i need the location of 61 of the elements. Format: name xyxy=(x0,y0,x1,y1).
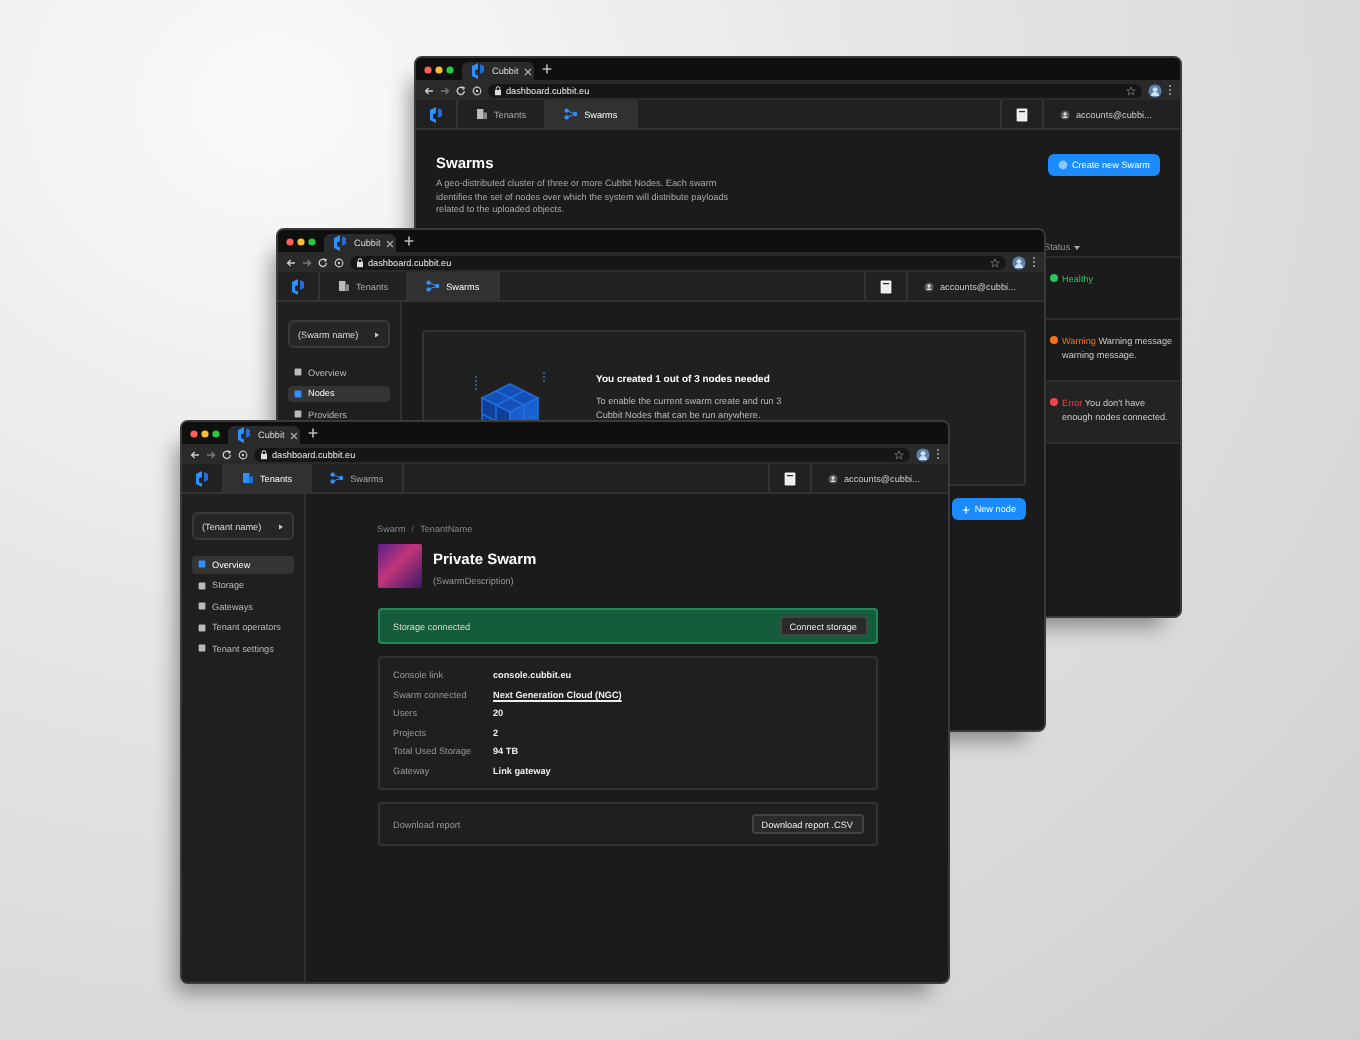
app-logo-icon xyxy=(236,426,252,444)
forward-arrow-icon[interactable] xyxy=(302,257,312,267)
building-icon xyxy=(242,472,254,484)
close-icon[interactable] xyxy=(524,67,533,75)
caret-icon[interactable] xyxy=(1074,245,1081,250)
building-icon xyxy=(476,108,488,120)
star-icon[interactable] xyxy=(894,449,904,459)
close-icon[interactable] xyxy=(386,239,395,247)
app-logo-icon[interactable] xyxy=(290,277,306,295)
window-controls-icon[interactable] xyxy=(424,65,454,73)
profile-avatar-icon[interactable] xyxy=(1012,255,1026,269)
caret-icon xyxy=(374,331,380,337)
nodes-icon xyxy=(564,108,579,120)
back-arrow-icon[interactable] xyxy=(286,257,296,267)
item-icon xyxy=(294,389,302,398)
lock-icon xyxy=(494,85,502,95)
plus-icon[interactable] xyxy=(542,64,552,74)
cover-image xyxy=(377,544,421,588)
caret-icon xyxy=(278,523,284,529)
item-icon xyxy=(198,623,206,632)
nodes-icon xyxy=(330,472,345,484)
back-arrow-icon[interactable] xyxy=(190,449,200,459)
book-icon[interactable] xyxy=(1016,107,1028,121)
close-icon[interactable] xyxy=(290,431,299,439)
nodes-icon xyxy=(426,280,441,292)
book-icon[interactable] xyxy=(784,471,796,485)
forward-arrow-icon[interactable] xyxy=(440,85,450,95)
profile-avatar-icon[interactable] xyxy=(916,447,930,461)
profile-avatar-icon[interactable] xyxy=(1148,83,1162,97)
site-info-icon[interactable] xyxy=(334,257,344,267)
item-icon xyxy=(294,368,302,377)
plus-icon[interactable] xyxy=(404,236,414,246)
star-icon[interactable] xyxy=(990,257,1000,267)
user-icon xyxy=(1060,109,1070,119)
app-logo-icon xyxy=(332,234,348,252)
forward-arrow-icon[interactable] xyxy=(206,449,216,459)
lock-icon xyxy=(260,449,268,459)
app-logo-icon xyxy=(470,62,486,80)
user-icon xyxy=(828,473,838,483)
item-icon xyxy=(198,581,206,590)
book-icon[interactable] xyxy=(880,279,892,293)
user-icon xyxy=(924,281,934,291)
app-logo-icon[interactable] xyxy=(428,105,444,123)
star-icon[interactable] xyxy=(1126,85,1136,95)
back-arrow-icon[interactable] xyxy=(424,85,434,95)
app-logo-icon[interactable] xyxy=(194,469,210,487)
site-info-icon[interactable] xyxy=(238,449,248,459)
plus-icon[interactable] xyxy=(308,428,318,438)
item-icon xyxy=(198,602,206,611)
reload-icon[interactable] xyxy=(318,257,328,267)
building-icon xyxy=(338,280,350,292)
item-icon xyxy=(198,644,206,653)
lock-icon xyxy=(356,257,364,267)
reload-icon[interactable] xyxy=(222,449,232,459)
window-controls-icon[interactable] xyxy=(190,429,220,437)
window-controls-icon[interactable] xyxy=(286,237,316,245)
site-info-icon[interactable] xyxy=(472,85,482,95)
plus-icon xyxy=(962,505,971,513)
item-icon xyxy=(198,560,206,569)
item-icon xyxy=(294,410,302,419)
reload-icon[interactable] xyxy=(456,85,466,95)
